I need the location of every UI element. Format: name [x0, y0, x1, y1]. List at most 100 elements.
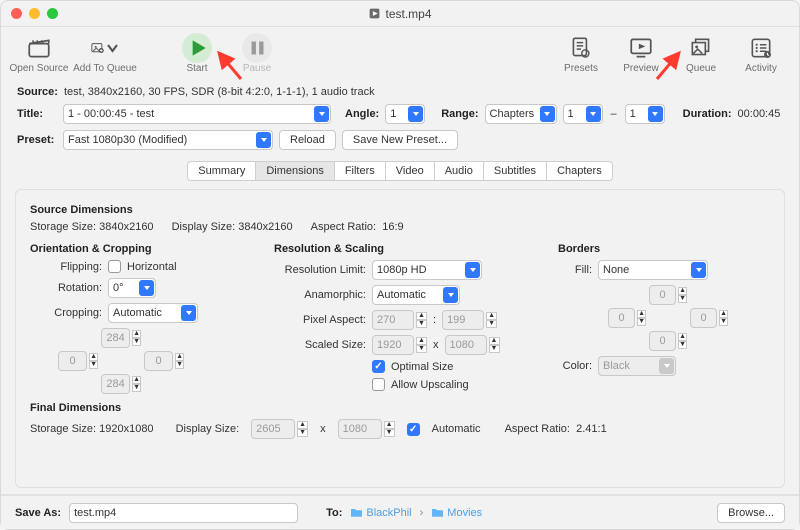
range-to-select[interactable]: 1 — [625, 104, 665, 124]
activity-log-icon — [748, 35, 774, 61]
rotation-select[interactable]: 0° — [108, 278, 156, 298]
final-storage-value: 1920x1080 — [99, 423, 153, 435]
final-x: x — [320, 423, 326, 435]
toolbar: Open Source Add To Queue Start Pause Pre… — [1, 27, 799, 83]
presets-label: Presets — [564, 63, 598, 74]
scaled-h-stepper[interactable]: ▲▼ — [489, 337, 500, 353]
dest-path-1[interactable]: BlackPhil — [350, 507, 411, 519]
duration-label: Duration: — [683, 108, 732, 120]
final-display-w-stepper[interactable]: ▲▼ — [297, 421, 308, 437]
add-to-queue-label: Add To Queue — [73, 63, 137, 74]
save-new-preset-button[interactable]: Save New Preset... — [342, 130, 458, 150]
res-limit-select[interactable]: 1080p HD — [372, 260, 482, 280]
preview-button[interactable]: Preview — [611, 33, 671, 74]
horizontal-checkbox[interactable] — [108, 260, 121, 273]
clapper-icon — [26, 35, 52, 61]
tab-audio[interactable]: Audio — [434, 161, 484, 181]
pixel-b-stepper[interactable]: ▲▼ — [486, 312, 497, 328]
allow-upscaling-label: Allow Upscaling — [391, 379, 469, 391]
open-source-label: Open Source — [10, 63, 69, 74]
res-limit-value: 1080p HD — [377, 264, 427, 276]
cropping-select[interactable]: Automatic — [108, 303, 198, 323]
fill-select[interactable]: None — [598, 260, 708, 280]
tab-dimensions[interactable]: Dimensions — [255, 161, 334, 181]
pixel-a-stepper[interactable]: ▲▼ — [416, 312, 427, 328]
border-bottom-stepper[interactable]: ▲▼ — [678, 333, 687, 349]
final-display-h-stepper[interactable]: ▲▼ — [384, 421, 395, 437]
crop-right-stepper[interactable]: ▲▼ — [175, 353, 184, 369]
tab-summary[interactable]: Summary — [187, 161, 256, 181]
final-aspect-label: Aspect Ratio: — [505, 423, 570, 435]
crop-top-stepper[interactable]: ▲▼ — [132, 330, 141, 346]
dest-path-2[interactable]: Movies — [431, 507, 482, 519]
tab-filters[interactable]: Filters — [334, 161, 386, 181]
scaled-size-label: Scaled Size: — [274, 339, 366, 351]
photo-plus-icon — [90, 35, 105, 61]
stack-icon — [688, 35, 714, 61]
range-from-select[interactable]: 1 — [563, 104, 603, 124]
duration-value: 00:00:45 — [738, 108, 781, 120]
range-label: Range: — [441, 108, 478, 120]
add-to-queue-button[interactable]: Add To Queue — [69, 33, 141, 74]
range-from-value: 1 — [568, 108, 574, 120]
final-aspect-value: 2.41:1 — [576, 423, 607, 435]
tab-subtitles[interactable]: Subtitles — [483, 161, 547, 181]
optimal-size-label: Optimal Size — [391, 361, 453, 373]
video-file-icon — [368, 7, 381, 20]
optimal-size-checkbox[interactable] — [372, 360, 385, 373]
tab-chapters[interactable]: Chapters — [546, 161, 613, 181]
queue-button[interactable]: Queue — [671, 33, 731, 74]
source-dimensions-heading: Source Dimensions — [30, 204, 770, 216]
src-aspect-label: Aspect Ratio: — [311, 221, 376, 233]
pixel-colon: : — [433, 314, 436, 326]
preset-select[interactable]: Fast 1080p30 (Modified) — [63, 130, 273, 150]
final-automatic-checkbox[interactable] — [407, 423, 420, 436]
allow-upscaling-checkbox[interactable] — [372, 378, 385, 391]
cropping-value: Automatic — [113, 307, 162, 319]
reload-button[interactable]: Reload — [279, 130, 336, 150]
horizontal-label: Horizontal — [127, 261, 177, 273]
borders-heading: Borders — [558, 243, 748, 255]
anamorphic-select[interactable]: Automatic — [372, 285, 460, 305]
activity-button[interactable]: Activity — [731, 33, 791, 74]
final-display-w-input: 2605 — [251, 419, 295, 439]
source-label: Source: — [17, 86, 58, 98]
pause-button[interactable]: Pause — [227, 33, 287, 74]
border-right-stepper[interactable]: ▲▼ — [719, 310, 728, 326]
breadcrumb-sep: › — [420, 507, 424, 519]
titlebar: test.mp4 — [1, 1, 799, 27]
window-title: test.mp4 — [385, 7, 431, 21]
start-button[interactable]: Start — [167, 33, 227, 74]
crop-bottom-stepper[interactable]: ▲▼ — [132, 376, 141, 392]
bottom-bar: Save As: test.mp4 To: BlackPhil › Movies… — [1, 495, 799, 529]
angle-select[interactable]: 1 — [385, 104, 425, 124]
range-type-value: Chapters — [490, 108, 535, 120]
scaled-w-stepper[interactable]: ▲▼ — [416, 337, 427, 353]
preset-label: Preset: — [17, 134, 57, 146]
open-source-button[interactable]: Open Source — [9, 33, 69, 74]
tab-video[interactable]: Video — [385, 161, 435, 181]
chevron-down-icon[interactable] — [105, 35, 120, 61]
resolution-heading: Resolution & Scaling — [274, 243, 534, 255]
title-select[interactable]: 1 - 00:00:45 - test — [63, 104, 331, 124]
border-left-stepper[interactable]: ▲▼ — [637, 310, 646, 326]
pause-label: Pause — [243, 63, 271, 74]
browse-button[interactable]: Browse... — [717, 503, 785, 523]
crop-left-stepper[interactable]: ▲▼ — [89, 353, 98, 369]
pixel-aspect-label: Pixel Aspect: — [274, 314, 366, 326]
border-top-input: 0 — [649, 285, 676, 305]
angle-label: Angle: — [345, 108, 379, 120]
border-top-stepper[interactable]: ▲▼ — [678, 287, 687, 303]
anamorphic-label: Anamorphic: — [274, 289, 366, 301]
border-color-value: Black — [603, 360, 630, 372]
save-as-input[interactable]: test.mp4 — [69, 503, 298, 523]
final-storage-label: Storage Size: — [30, 423, 96, 435]
activity-label: Activity — [745, 63, 777, 74]
preset-value: Fast 1080p30 (Modified) — [68, 134, 187, 146]
pixel-aspect-b-input: 199 — [442, 310, 484, 330]
angle-value: 1 — [390, 108, 396, 120]
final-automatic-label: Automatic — [432, 423, 481, 435]
src-storage-value: 3840x2160 — [99, 221, 153, 233]
range-type-select[interactable]: Chapters — [485, 104, 557, 124]
presets-button[interactable]: Presets — [551, 33, 611, 74]
